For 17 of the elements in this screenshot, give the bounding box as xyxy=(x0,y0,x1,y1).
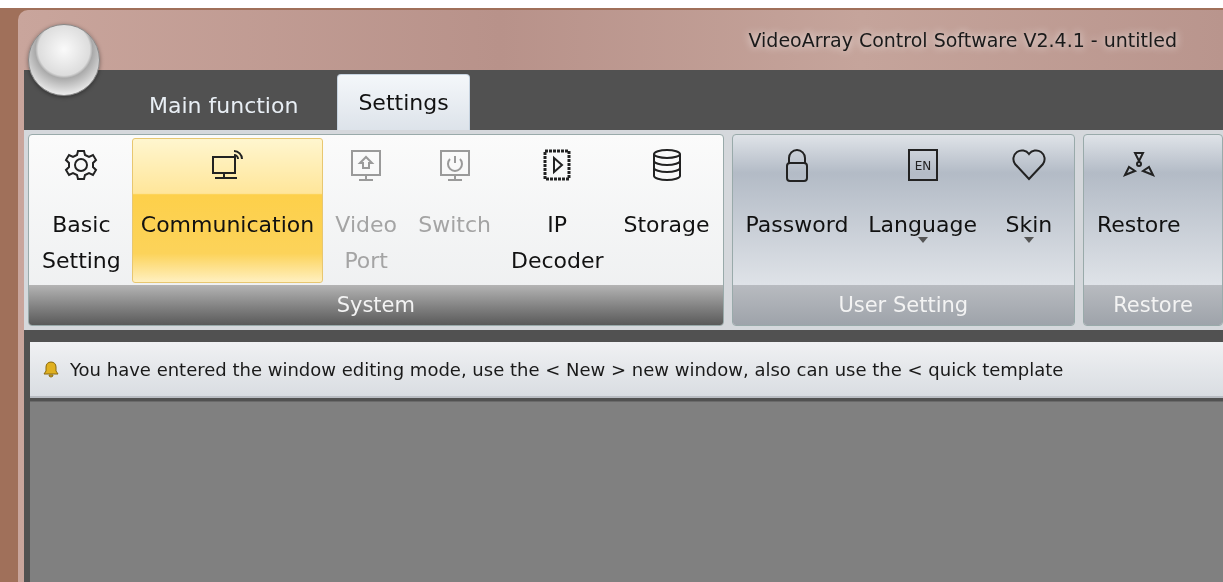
ribbon-button[interactable]: Password xyxy=(736,138,858,283)
ribbon-button[interactable]: IP Decoder xyxy=(501,138,613,283)
app-orb-button[interactable] xyxy=(28,24,100,96)
ribbon-button[interactable]: Communication xyxy=(131,138,324,283)
ribbon-button[interactable]: Restore xyxy=(1087,138,1190,283)
ribbon-tab[interactable]: Settings xyxy=(337,74,470,130)
window-title: VideoArray Control Software V2.4.1 - untitled xyxy=(748,29,1177,51)
ribbon-button[interactable]: Storage xyxy=(614,138,719,283)
bell-icon xyxy=(42,360,60,378)
ribbon-tab[interactable]: Main function xyxy=(128,79,320,130)
ribbon-button[interactable]: EN Language xyxy=(859,138,986,283)
ribbon-button[interactable]: Skin xyxy=(987,138,1070,283)
group-title: Restore xyxy=(1083,285,1222,325)
notification-text: You have entered the window editing mode, use the < New > new window, also can use the < quick template xyxy=(70,358,1064,380)
group-title: User Setting xyxy=(732,285,1074,325)
ribbon-button[interactable]: Basic Setting xyxy=(33,138,130,283)
group-title: System xyxy=(29,285,723,325)
